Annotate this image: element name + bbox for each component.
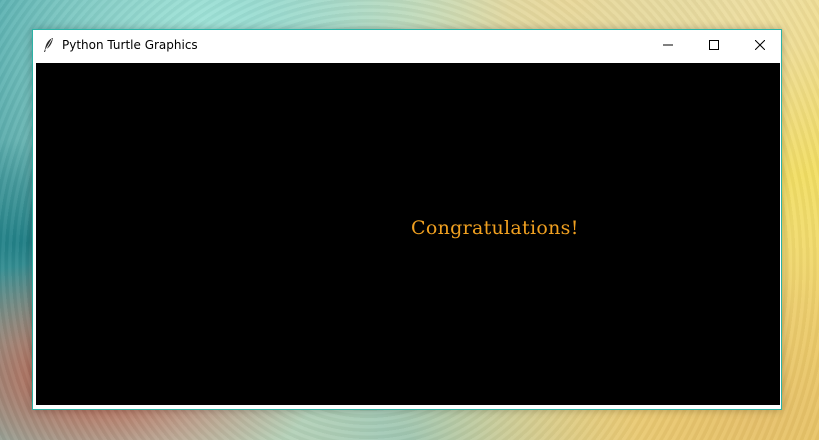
feather-icon (42, 37, 56, 53)
congratulations-message: Congratulations! (411, 217, 579, 239)
close-button[interactable] (737, 30, 783, 61)
minimize-button[interactable] (645, 30, 691, 61)
minimize-icon (663, 44, 673, 46)
window-title: Python Turtle Graphics (62, 38, 198, 52)
maximize-icon (709, 40, 719, 50)
turtle-window: Python Turtle Graphics Congratulations! (32, 29, 782, 410)
close-icon (755, 40, 765, 50)
maximize-button[interactable] (691, 30, 737, 61)
canvas-frame: Congratulations! (36, 62, 780, 407)
turtle-canvas[interactable]: Congratulations! (36, 63, 780, 405)
title-bar[interactable]: Python Turtle Graphics (33, 30, 781, 61)
